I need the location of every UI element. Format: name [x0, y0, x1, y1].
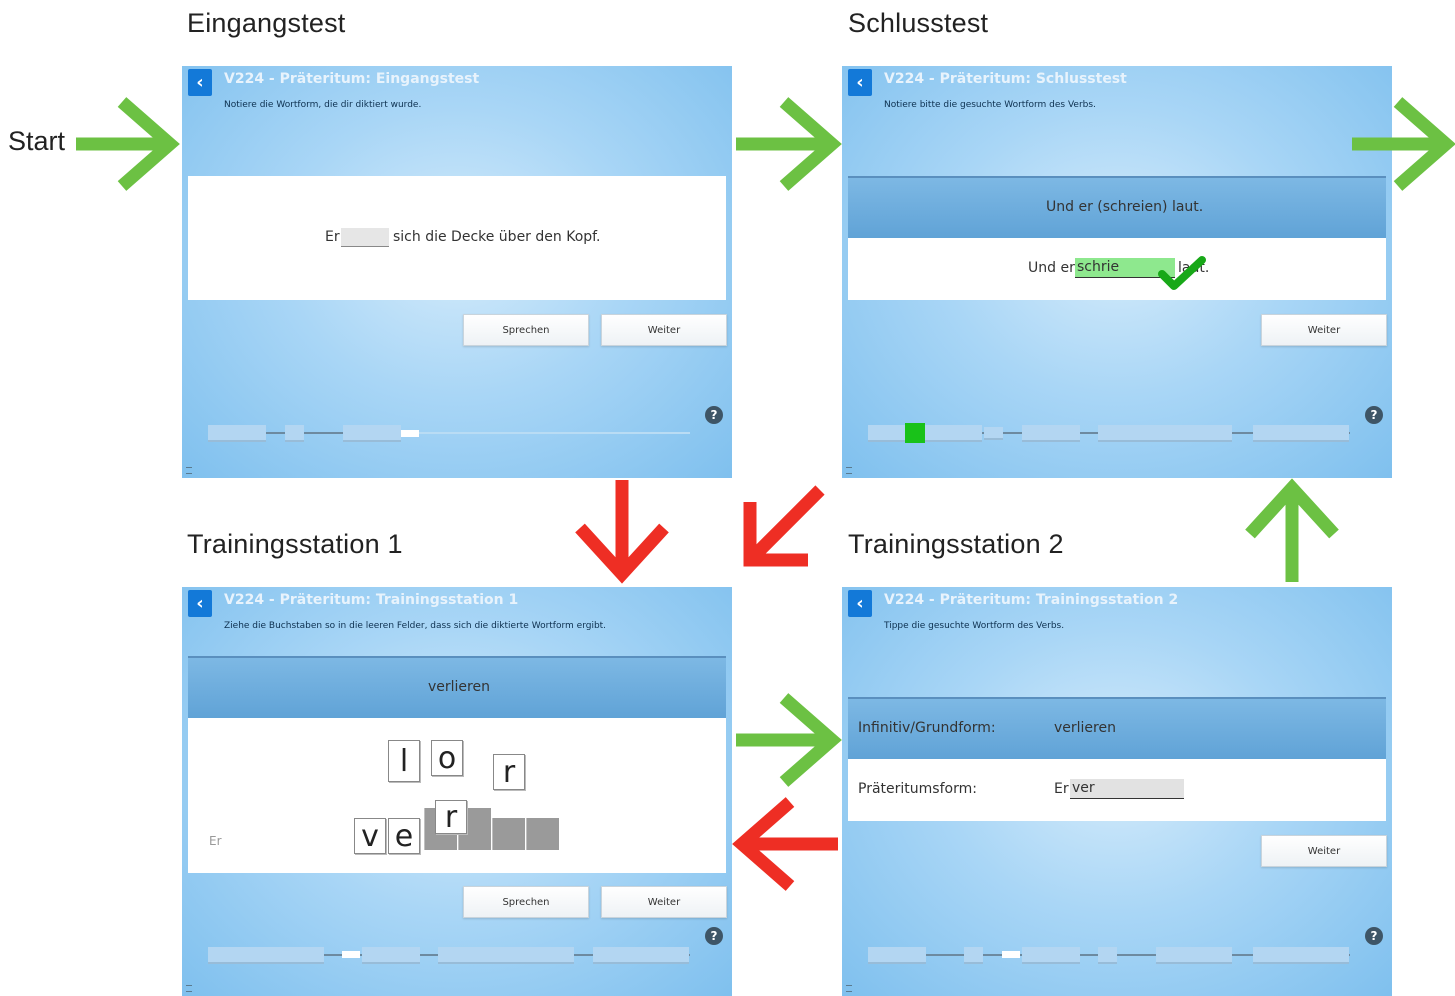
infinitive-band: Infinitiv/Grundform: verlieren	[848, 697, 1386, 761]
empty-slot[interactable]	[492, 818, 525, 850]
answer-value: schrie	[1077, 259, 1120, 275]
next-button[interactable]: Weiter	[601, 314, 727, 346]
preterite-area: Präteritumsform: Er ver	[848, 759, 1386, 821]
prompt-band: Und er (schreien) laut.	[848, 176, 1386, 240]
caption-eingangstest: Eingangstest	[187, 8, 346, 38]
infinitive-value: verlieren	[1054, 720, 1116, 736]
chevron-left-icon: ‹	[856, 593, 864, 614]
menu-icon[interactable]	[846, 467, 852, 474]
screen-eingangstest: ‹ V224 - Präteritum: Eingangstest Notier…	[182, 66, 732, 478]
dragging-letter-tile[interactable]: r	[435, 800, 467, 835]
prompt-text: Und er (schreien) laut.	[1046, 199, 1204, 215]
menu-icon[interactable]	[186, 467, 192, 474]
menu-icon[interactable]	[846, 985, 852, 992]
letter-tile[interactable]: l	[388, 740, 420, 782]
arrow-right-icon	[736, 97, 842, 191]
back-button[interactable]: ‹	[188, 590, 212, 617]
next-button[interactable]: Weiter	[1261, 314, 1387, 346]
chevron-left-icon: ‹	[196, 72, 204, 93]
screen-schlusstest: ‹ V224 - Präteritum: Schlusstest Notiere…	[842, 66, 1392, 478]
arrow-up-icon	[1245, 478, 1339, 582]
caption-training2: Trainingsstation 2	[848, 529, 1064, 559]
arrow-right-icon	[76, 97, 180, 191]
screen-instruction: Ziehe die Buchstaben so in die leeren Fe…	[224, 621, 607, 631]
checkmark-icon	[1158, 256, 1206, 290]
screen-instruction: Tippe die gesuchte Wortform des Verbs.	[884, 621, 1065, 631]
answer-before: Und er	[1028, 260, 1075, 276]
placed-letter-tile: v	[354, 818, 386, 854]
letter-tile[interactable]: r	[493, 754, 525, 790]
preterite-value: ver	[1072, 780, 1095, 796]
speak-button[interactable]: Sprechen	[463, 314, 589, 346]
next-button[interactable]: Weiter	[1261, 835, 1387, 867]
caption-schlusstest: Schlusstest	[848, 8, 989, 38]
sentence-after: sich die Decke über den Kopf.	[393, 229, 601, 245]
screen-title: V224 - Präteritum: Trainingsstation 1	[224, 592, 519, 608]
help-icon[interactable]: ?	[705, 406, 723, 424]
pronoun-label: Er	[209, 834, 222, 848]
exercise-area: Er sich die Decke über den Kopf.	[188, 176, 726, 300]
answer-input[interactable]	[341, 228, 389, 247]
screen-training2: ‹ V224 - Präteritum: Trainingsstation 2 …	[842, 587, 1392, 996]
infinitive-text: verlieren	[428, 679, 490, 695]
preterite-label: Präteritumsform:	[858, 781, 977, 797]
back-button[interactable]: ‹	[848, 590, 872, 617]
arrow-right-icon	[736, 693, 842, 787]
help-icon[interactable]: ?	[1365, 406, 1383, 424]
screen-title: V224 - Präteritum: Eingangstest	[224, 71, 480, 87]
help-icon[interactable]: ?	[705, 927, 723, 945]
caption-training1: Trainingsstation 1	[187, 529, 403, 559]
answer-area: Und er schrie laut.	[848, 238, 1386, 300]
infinitive-band: verlieren	[188, 656, 726, 720]
placed-letter-tile: e	[388, 818, 420, 854]
next-button[interactable]: Weiter	[601, 886, 727, 918]
chevron-left-icon: ‹	[856, 72, 864, 93]
screen-title: V224 - Präteritum: Trainingsstation 2	[884, 592, 1179, 608]
screen-title: V224 - Präteritum: Schlusstest	[884, 71, 1127, 87]
preterite-prefix: Er	[1054, 781, 1069, 797]
preterite-input[interactable]: ver	[1070, 779, 1184, 799]
letter-area: Er l o r v e r	[188, 718, 726, 873]
arrow-left-icon	[732, 797, 838, 891]
help-icon[interactable]: ?	[1365, 927, 1383, 945]
start-label: Start	[8, 126, 66, 156]
chevron-left-icon: ‹	[196, 593, 204, 614]
letter-tile[interactable]: o	[431, 740, 463, 776]
arrow-down-icon	[575, 480, 669, 584]
screen-instruction: Notiere die Wortform, die dir diktiert w…	[224, 100, 422, 110]
menu-icon[interactable]	[186, 985, 192, 992]
sentence-before: Er	[325, 229, 340, 245]
back-button[interactable]: ‹	[188, 69, 212, 96]
arrow-right-icon	[1352, 97, 1455, 191]
screen-instruction: Notiere bitte die gesuchte Wortform des …	[884, 100, 1096, 110]
back-button[interactable]: ‹	[848, 69, 872, 96]
screen-training1: ‹ V224 - Präteritum: Trainingsstation 1 …	[182, 587, 732, 996]
empty-slot[interactable]	[526, 818, 559, 850]
arrow-down-left-icon	[743, 485, 825, 567]
speak-button[interactable]: Sprechen	[463, 886, 589, 918]
infinitive-label: Infinitiv/Grundform:	[858, 720, 996, 736]
